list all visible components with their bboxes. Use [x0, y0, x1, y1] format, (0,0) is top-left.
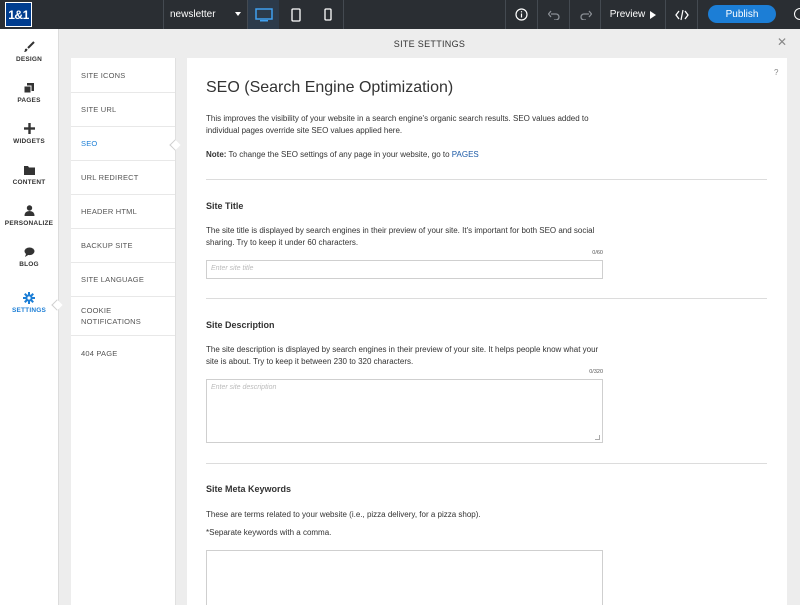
seo-note: Note: To change the SEO settings of any … — [206, 149, 606, 161]
seo-panel: ? SEO (Search Engine Optimization) This … — [187, 58, 787, 605]
toolbar-divider — [343, 0, 344, 29]
site-title-input[interactable]: Enter site title — [206, 260, 603, 279]
panel-title: SITE SETTINGS — [393, 38, 466, 49]
gear-icon — [23, 291, 35, 304]
settings-nav-header-html[interactable]: HEADER HTML — [71, 195, 175, 229]
settings-nav-url-redirect[interactable]: URL REDIRECT — [71, 161, 175, 195]
site-title-placeholder: Enter site title — [211, 265, 254, 272]
section-divider — [206, 179, 767, 180]
code-view-button[interactable] — [666, 0, 697, 29]
site-title-heading: Site Title — [206, 201, 244, 211]
site-description-textarea[interactable]: Enter site description — [206, 379, 603, 443]
site-title-counter: 0/60 — [592, 250, 603, 256]
rail-item-design[interactable]: DESIGN — [0, 31, 58, 72]
rail-item-personalize[interactable]: PERSONALIZE — [0, 195, 58, 236]
settings-nav-404-page[interactable]: 404 PAGE — [71, 336, 175, 370]
rail-item-blog[interactable]: BLOG — [0, 236, 58, 277]
info-icon — [515, 8, 528, 21]
section-divider — [206, 298, 767, 299]
brand-logo[interactable]: 1&1 — [5, 2, 32, 27]
section-divider — [206, 463, 767, 464]
page-title: SEO (Search Engine Optimization) — [206, 79, 454, 96]
help-icon[interactable]: ? — [774, 68, 778, 77]
settings-nav-backup-site[interactable]: BACKUP SITE — [71, 229, 175, 263]
rail-item-content[interactable]: CONTENT — [0, 154, 58, 195]
redo-icon — [579, 10, 592, 20]
site-description-heading: Site Description — [206, 320, 275, 330]
meta-keywords-description: These are terms related to your website … — [206, 510, 481, 519]
desktop-icon — [254, 7, 273, 21]
rail-item-label: PERSONALIZE — [4, 219, 54, 227]
site-selector[interactable]: newsletter — [164, 0, 247, 29]
tablet-icon — [290, 7, 301, 22]
rail-item-pages[interactable]: PAGES — [0, 72, 58, 113]
undo-button[interactable] — [538, 0, 569, 29]
top-toolbar: 1&1 newsletter Preview Publish — [0, 0, 800, 29]
chat-bubble-icon — [24, 246, 35, 258]
note-label: Note: — [206, 150, 227, 159]
meta-keywords-heading: Site Meta Keywords — [206, 484, 292, 494]
settings-nav-seo[interactable]: SEO — [71, 127, 175, 161]
rail-item-settings[interactable]: SETTINGS — [0, 282, 58, 323]
seo-intro: This improves the visibility of your web… — [206, 114, 589, 135]
rail-item-label: DESIGN — [15, 55, 43, 63]
play-icon — [650, 10, 657, 19]
desktop-view-button[interactable] — [248, 0, 279, 29]
person-icon — [24, 205, 35, 217]
resize-handle-icon[interactable] — [595, 435, 600, 440]
pages-icon — [23, 82, 35, 94]
rail-item-label: PAGES — [17, 96, 41, 104]
mobile-view-button[interactable] — [312, 0, 343, 29]
site-description-placeholder: Enter site description — [211, 384, 277, 391]
site-title-description: The site title is displayed by search en… — [206, 226, 595, 247]
close-icon[interactable]: ✕ — [776, 36, 788, 48]
site-selector-label: newsletter — [170, 9, 216, 20]
meta-keywords-textarea[interactable] — [206, 550, 603, 605]
settings-nav-site-url[interactable]: SITE URL — [71, 93, 175, 127]
rail-item-label: SETTINGS — [11, 306, 47, 314]
settings-nav: SITE ICONS SITE URL SEO URL REDIRECT HEA… — [71, 58, 176, 605]
preview-label: Preview — [609, 9, 646, 20]
pages-link[interactable]: PAGES — [452, 150, 479, 159]
tablet-view-button[interactable] — [280, 0, 311, 29]
settings-nav-site-icons[interactable]: SITE ICONS — [71, 58, 175, 93]
site-description-text: The site description is displayed by sea… — [206, 345, 599, 366]
chevron-down-icon — [235, 12, 241, 16]
folder-icon — [23, 164, 35, 176]
site-description-counter: 0/320 — [589, 369, 603, 375]
rail-item-label: WIDGETS — [13, 137, 45, 145]
note-text: To change the SEO settings of any page i… — [226, 150, 452, 159]
toolbar-divider — [697, 0, 698, 29]
brush-icon — [23, 40, 35, 53]
redo-button[interactable] — [570, 0, 601, 29]
undo-icon — [547, 10, 560, 20]
account-icon[interactable] — [794, 8, 800, 20]
code-icon — [674, 9, 689, 20]
rail-item-widgets[interactable]: WIDGETS — [0, 113, 58, 154]
rail-item-label: CONTENT — [12, 178, 46, 186]
mobile-icon — [323, 8, 332, 21]
rail-item-label: BLOG — [19, 260, 39, 268]
plus-icon — [23, 123, 35, 135]
left-rail: DESIGN PAGES WIDGETS CONTENT PERSONALIZE… — [0, 29, 59, 605]
settings-nav-site-language[interactable]: SITE LANGUAGE — [71, 263, 175, 297]
settings-nav-cookie-notifications[interactable]: COOKIE NOTIFICATIONS — [71, 297, 151, 334]
meta-keywords-hint: *Separate keywords with a comma. — [206, 528, 332, 537]
publish-button[interactable]: Publish — [708, 5, 776, 23]
preview-button[interactable]: Preview — [601, 0, 665, 29]
info-button[interactable] — [506, 0, 537, 29]
